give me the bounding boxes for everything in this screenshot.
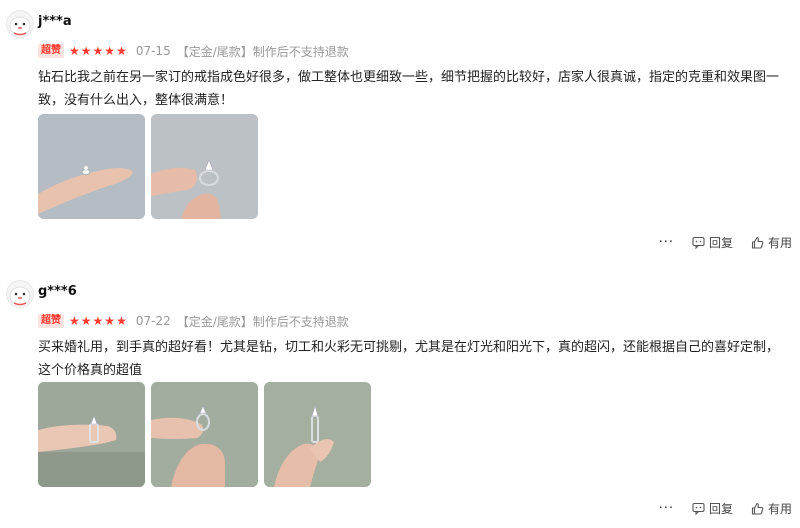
useful-label: 有用 [767, 502, 792, 516]
review-item: g***6 超赞 ★ ★ ★ ★ ★ 07-22 【定金/尾款】制作后不支持退款… [0, 270, 800, 528]
rating-badge: 超赞 [38, 314, 64, 328]
star-icon: ★ [69, 44, 80, 58]
user-avatar[interactable] [6, 10, 34, 38]
reply-button[interactable]: 回复 [692, 234, 733, 251]
purchased-spec: 【定金/尾款】制作后不支持退款 [176, 44, 349, 59]
review-item: j***a 超赞 ★ ★ ★ ★ ★ 07-15 【定金/尾款】制作后不支持退款… [0, 0, 800, 264]
more-options-button[interactable]: ··· [659, 235, 674, 250]
review-meta: 超赞 ★ ★ ★ ★ ★ 07-22 【定金/尾款】制作后不支持退款 [38, 313, 349, 329]
useful-button[interactable]: 有用 [751, 234, 792, 251]
review-photos [38, 114, 264, 219]
review-date: 07-22 [135, 314, 171, 328]
comment-icon [692, 236, 705, 250]
ring-pinched-between-fingers-photo[interactable] [264, 382, 371, 487]
comment-icon [692, 502, 705, 516]
thumbs-up-icon [751, 502, 764, 515]
user-avatar[interactable] [6, 280, 34, 308]
star-icon: ★ [116, 314, 127, 328]
review-text: 钻石比我之前在另一家订的戒指成色好很多，做工整体也更细致一些，细节把握的比较好，… [38, 70, 780, 108]
username: j***a [38, 14, 72, 29]
avatar-mascot-icon [9, 286, 31, 306]
useful-label: 有用 [767, 236, 792, 250]
review-actions: ··· 回复 有用 [659, 234, 792, 251]
review-text: 买来婚礼用，到手真的超好看！尤其是钻，切工和火彩无可挑剔，尤其是在灯光和阳光下，… [38, 340, 780, 378]
ring-held-closeup-photo[interactable] [151, 382, 258, 487]
star-icon: ★ [92, 44, 104, 58]
useful-button[interactable]: 有用 [751, 500, 792, 517]
ring-on-fingertip-photo[interactable] [38, 114, 145, 219]
star-rating: ★ ★ ★ ★ ★ [69, 315, 128, 327]
more-options-button[interactable]: ··· [659, 501, 674, 516]
star-icon: ★ [104, 44, 116, 58]
reply-label: 回复 [708, 502, 733, 516]
star-icon: ★ [69, 314, 80, 328]
rating-badge: 超赞 [38, 44, 64, 58]
avatar-mascot-icon [9, 16, 31, 36]
star-icon: ★ [80, 314, 92, 328]
star-icon: ★ [104, 314, 116, 328]
review-photos [38, 382, 377, 487]
reply-label: 回复 [708, 236, 733, 250]
review-actions: ··· 回复 有用 [659, 500, 792, 517]
star-icon: ★ [116, 44, 127, 58]
star-icon: ★ [80, 44, 92, 58]
username: g***6 [38, 284, 77, 299]
review-meta: 超赞 ★ ★ ★ ★ ★ 07-15 【定金/尾款】制作后不支持退款 [38, 43, 349, 59]
ring-held-between-fingers-photo[interactable] [151, 114, 258, 219]
reply-button[interactable]: 回复 [692, 500, 733, 517]
thumbs-up-icon [751, 236, 764, 249]
purchased-spec: 【定金/尾款】制作后不支持退款 [176, 314, 349, 329]
review-date: 07-15 [135, 44, 171, 58]
star-rating: ★ ★ ★ ★ ★ [69, 45, 128, 57]
star-icon: ★ [92, 314, 104, 328]
ring-on-finger-green-background-photo[interactable] [38, 382, 145, 487]
